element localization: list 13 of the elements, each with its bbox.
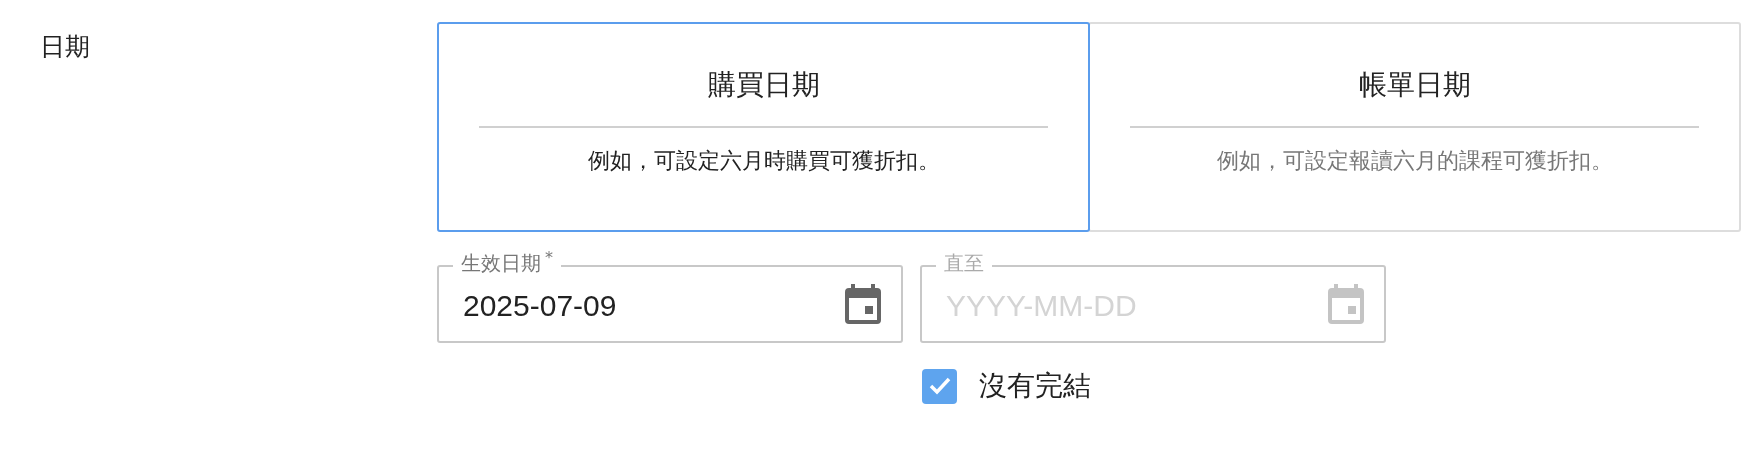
checkbox-label: 沒有完結 — [979, 368, 1091, 404]
required-mark: * — [545, 249, 553, 267]
checkmark-icon — [927, 376, 952, 396]
card-title: 購買日期 — [707, 67, 820, 103]
card-description: 例如，可設定六月時購買可獲折扣。 — [587, 147, 940, 175]
checkbox[interactable] — [922, 368, 957, 404]
card-title: 帳單日期 — [1358, 67, 1471, 103]
date-type-card[interactable]: 帳單日期 例如，可設定報讀六月的課程可獲折扣。 — [1088, 22, 1741, 232]
date-input[interactable]: 2025-07-09 — [463, 282, 763, 328]
date-type-card[interactable]: 購買日期 例如，可設定六月時購買可獲折扣。 — [437, 22, 1090, 232]
card-description: 例如，可設定報讀六月的課程可獲折扣。 — [1216, 147, 1613, 175]
calendar-icon[interactable] — [845, 284, 881, 324]
section-label: 日期 — [40, 32, 90, 61]
